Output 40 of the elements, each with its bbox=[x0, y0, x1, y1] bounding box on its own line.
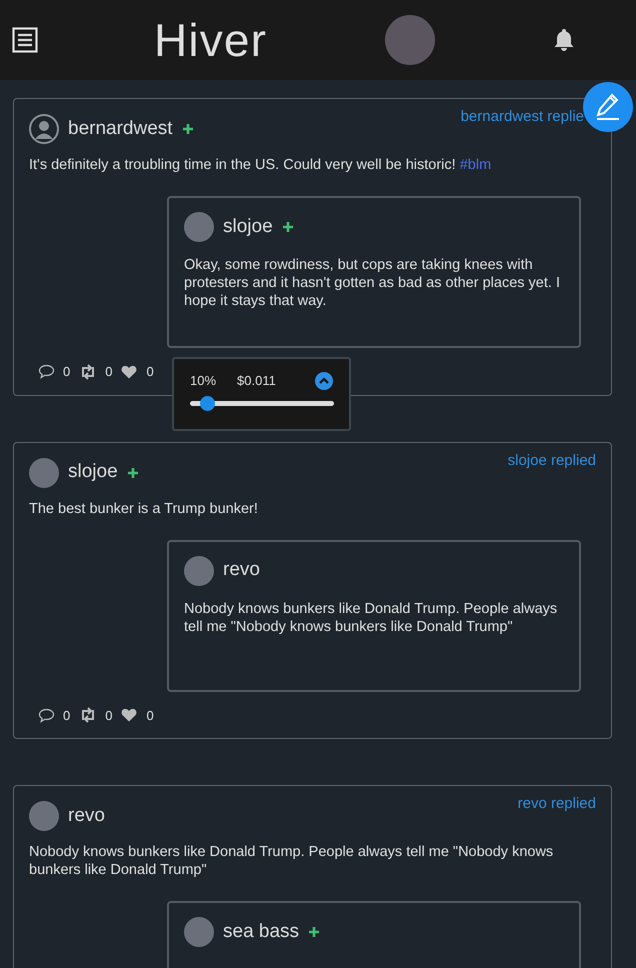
replied-link[interactable]: slojoe replied bbox=[508, 450, 596, 472]
quoted-post[interactable]: slojoe Okay, some rowdiness, but cops are taking knees with protesters and it hasn't gotten as bad as other places yet. I hope it stays that way. bbox=[167, 196, 581, 348]
plus-icon[interactable] bbox=[182, 123, 194, 135]
replied-link[interactable]: revo replied bbox=[518, 793, 596, 816]
heart-icon[interactable] bbox=[121, 364, 138, 379]
replied-link[interactable]: bernardwest replie bbox=[460, 106, 584, 128]
username[interactable]: slojoe bbox=[68, 458, 118, 487]
post-text: The best bunker is a Trump bunker! bbox=[29, 500, 259, 518]
post-text: Nobody knows bunkers like Donald Trump. People always tell me "Nobody knows bunkers like Donald Trump" bbox=[29, 843, 554, 879]
like-count: 0 bbox=[146, 706, 154, 724]
quoted-text: Nobody knows bunkers like Donald Trump. People always tell me "Nobody knows bunkers like Donald Trump" bbox=[184, 600, 558, 636]
post-text: It's definitely a troubling time in the US. Could very well be historic! #blm bbox=[29, 156, 492, 174]
like-count: 0 bbox=[146, 363, 154, 381]
comment-count: 0 bbox=[63, 363, 70, 381]
quoted-text: Okay, some rowdiness, but cops are taking knees with protesters and it hasn't gotten as bad as other places yet. I hope it stays that way. bbox=[184, 256, 561, 310]
tip-amount: $0.011 bbox=[237, 372, 276, 390]
username[interactable]: revo bbox=[68, 802, 105, 830]
comment-icon[interactable] bbox=[38, 364, 55, 380]
repost-count: 0 bbox=[105, 363, 112, 381]
comment-icon[interactable] bbox=[38, 708, 55, 723]
quoted-post[interactable]: sea bass bbox=[167, 901, 581, 968]
compose-button[interactable] bbox=[583, 82, 633, 132]
repost-count: 0 bbox=[105, 706, 112, 724]
plus-icon[interactable] bbox=[126, 466, 139, 478]
chevron-up-icon[interactable] bbox=[315, 372, 333, 390]
username[interactable]: revo bbox=[223, 556, 260, 585]
tip-percent: 10% bbox=[190, 372, 216, 390]
plus-icon[interactable] bbox=[308, 926, 320, 938]
pencil-icon bbox=[595, 93, 621, 121]
quoted-post[interactable]: revo Nobody knows bunkers like Donald Trump. People always tell me "Nobody knows bunkers like Donald Trump" bbox=[167, 540, 581, 692]
username[interactable]: sea bass bbox=[223, 918, 300, 946]
app-logo[interactable]: Hiver bbox=[154, 6, 268, 74]
bell-icon[interactable] bbox=[553, 28, 576, 52]
menu-icon[interactable] bbox=[12, 27, 38, 53]
comment-count: 0 bbox=[63, 706, 70, 724]
username[interactable]: bernardwest bbox=[68, 114, 173, 144]
heart-icon[interactable] bbox=[121, 708, 138, 722]
plus-icon[interactable] bbox=[282, 221, 294, 233]
username[interactable]: slojoe bbox=[223, 212, 273, 242]
slider-thumb[interactable] bbox=[200, 396, 216, 410]
